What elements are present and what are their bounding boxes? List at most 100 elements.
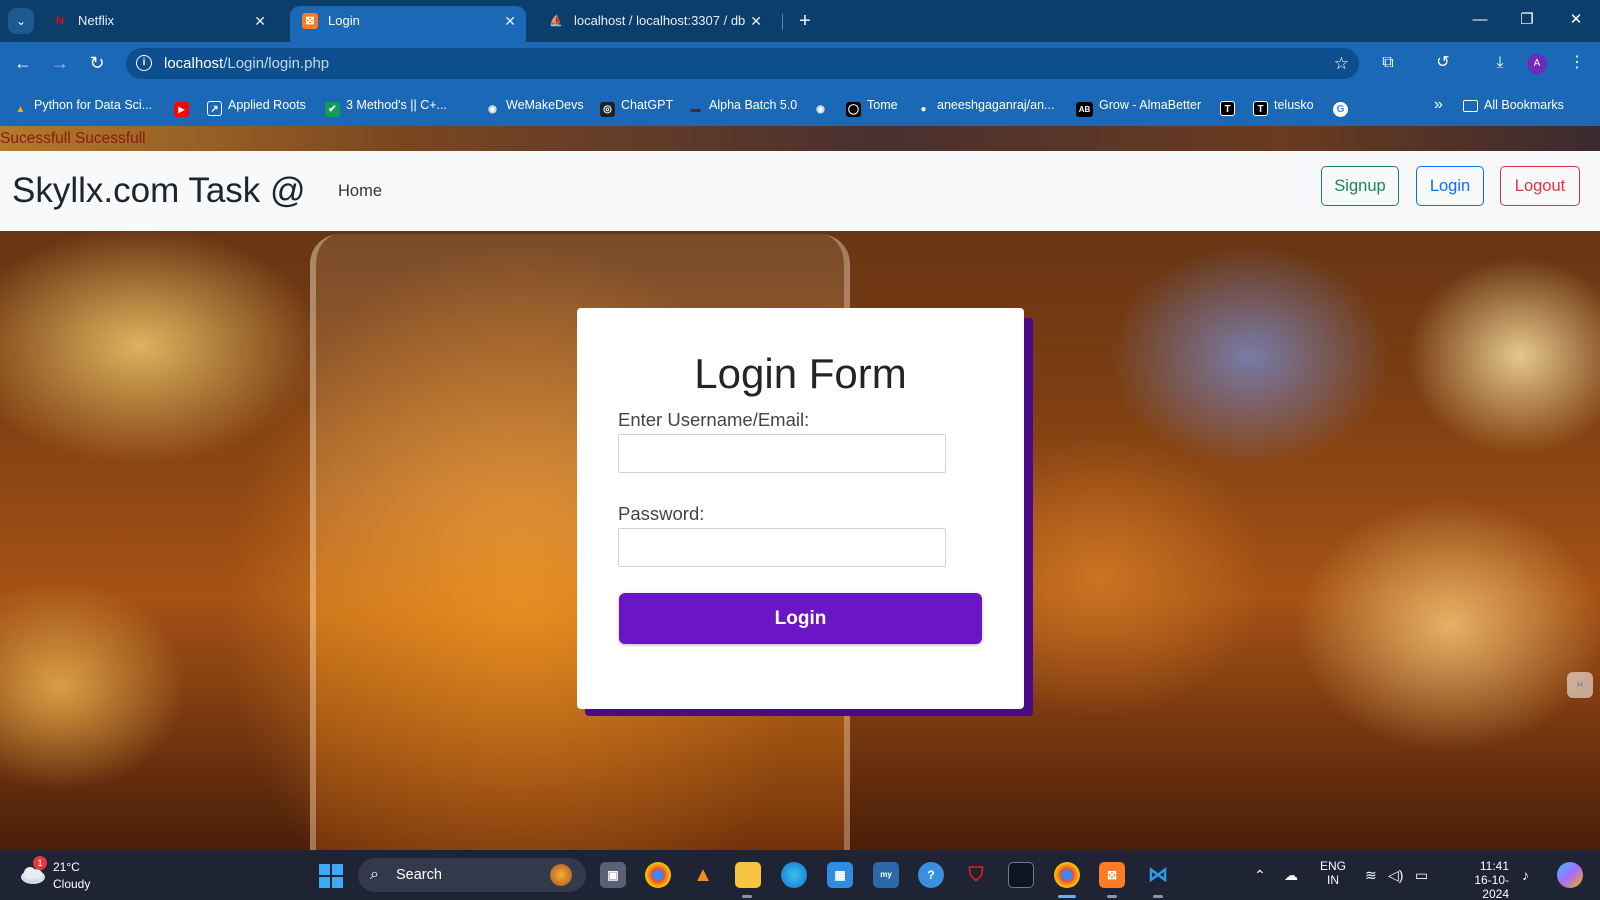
download-icon[interactable]: ⤓	[1486, 49, 1514, 77]
bookmark-3-methods[interactable]: ✔ 3 Method's || C+...	[325, 84, 447, 126]
bookmark-chatgpt[interactable]: ◎ ChatGPT	[600, 84, 673, 126]
bookmark-wemakedevs[interactable]: ◉ WeMakeDevs	[485, 84, 583, 126]
tab-netflix[interactable]: N Netflix ✕	[40, 6, 276, 42]
site-brand[interactable]: Skyllx.com Task @	[12, 151, 306, 231]
bookmarks-bar: ▲ Python for Data Sci... ▶ ↗ Applied Roots…	[0, 84, 1600, 126]
password-label: Password:	[618, 503, 705, 524]
tome-icon: ◯	[846, 102, 861, 117]
address-url[interactable]: localhost/Login/login.php	[164, 48, 329, 79]
nav-link-home[interactable]: Home	[338, 151, 382, 231]
vscode-icon[interactable]: ⋈	[1145, 862, 1171, 888]
search-icon: ⌕	[370, 866, 379, 883]
login-submit-button[interactable]: Login	[619, 593, 982, 644]
nav-login-button[interactable]: Login	[1416, 166, 1484, 206]
bookmark-globe[interactable]: ◉	[813, 84, 834, 126]
notifications-bell-icon[interactable]: ♪	[1522, 850, 1529, 900]
task-view-icon[interactable]: ▣	[600, 862, 626, 888]
bookmark-python[interactable]: ▲ Python for Data Sci...	[13, 84, 153, 126]
login-card: Login Form Enter Username/Email: Passwor…	[577, 308, 1024, 709]
tab-login[interactable]: ⊠ Login ✕	[290, 6, 526, 42]
edge-icon[interactable]	[781, 862, 807, 888]
weather-temperature: 21°C	[53, 860, 80, 874]
side-panel-toggle-icon[interactable]: ›‹	[1567, 672, 1593, 698]
extensions-icon[interactable]: ⧉	[1374, 49, 1402, 77]
site-info-icon[interactable]: i	[136, 55, 152, 71]
bookmark-tome[interactable]: ◯ Tome	[846, 84, 898, 126]
google-icon: G	[1333, 102, 1348, 117]
password-input[interactable]	[618, 528, 946, 567]
close-icon[interactable]: ✕	[254, 6, 266, 36]
chrome-icon[interactable]	[645, 862, 671, 888]
bookmark-telusko[interactable]: Ttelusko	[1253, 84, 1314, 126]
bookmarks-overflow-button[interactable]: »	[1434, 84, 1443, 126]
copilot-icon[interactable]	[1557, 862, 1583, 888]
bookmark-google[interactable]: G	[1333, 84, 1354, 126]
back-button[interactable]: ←	[9, 49, 37, 77]
chrome-profile-icon[interactable]	[1054, 862, 1080, 888]
windows-start-icon[interactable]	[319, 864, 343, 888]
terminal-icon[interactable]	[1008, 862, 1034, 888]
xampp-icon[interactable]: ⊠	[1099, 862, 1125, 888]
help-icon[interactable]: ?	[918, 862, 944, 888]
new-tab-button[interactable]: +	[792, 8, 818, 34]
signup-button[interactable]: Signup	[1321, 166, 1399, 206]
taskbar-search[interactable]: ⌕ Search	[358, 858, 586, 892]
globe-icon: ◉	[488, 104, 497, 115]
close-icon[interactable]: ✕	[750, 6, 762, 36]
form-title: Login Form	[694, 350, 907, 397]
tab-divider	[782, 14, 783, 30]
bookmark-applied-roots[interactable]: ↗ Applied Roots	[207, 84, 306, 126]
language-indicator[interactable]: ENG IN	[1320, 859, 1346, 887]
check-icon: ✔	[325, 102, 340, 117]
vlc-icon[interactable]: ▲	[690, 862, 716, 888]
mcafee-icon[interactable]: ⛉	[963, 862, 989, 888]
tab-search-button[interactable]: ⌄	[8, 8, 34, 34]
phpmyadmin-icon: ⛵	[549, 15, 563, 27]
alert-message: Sucessfull Sucessfull	[0, 130, 146, 147]
chatgpt-icon: ◎	[600, 102, 615, 117]
menu-kebab-icon[interactable]: ⋮	[1563, 49, 1591, 77]
onedrive-icon[interactable]: ☁	[1284, 850, 1298, 900]
file-explorer-icon[interactable]	[735, 862, 761, 888]
dash-icon: ▬	[690, 104, 701, 115]
youtube-icon: ▶	[174, 102, 189, 117]
forward-button[interactable]: →	[46, 49, 74, 77]
tab-title: Login	[328, 13, 360, 28]
bookmark-t[interactable]: T	[1220, 84, 1241, 126]
t-icon: T	[1253, 101, 1268, 116]
address-bar[interactable]: i localhost/Login/login.php ☆	[126, 48, 1359, 79]
store-icon[interactable]: ▦	[827, 862, 853, 888]
username-input[interactable]	[618, 434, 946, 473]
bookmark-youtube[interactable]: ▶	[174, 84, 195, 126]
tray-overflow-icon[interactable]: ⌃	[1254, 850, 1266, 900]
minimize-button[interactable]: —	[1462, 6, 1498, 34]
bookmark-alpha-batch[interactable]: ▬ Alpha Batch 5.0	[688, 84, 798, 126]
google-drive-icon: ▲	[15, 104, 26, 115]
close-window-button[interactable]: ✕	[1558, 6, 1594, 34]
tab-phpmyadmin[interactable]: ⛵ localhost / localhost:3307 / db ✕	[536, 6, 772, 42]
volume-icon[interactable]: ◁)	[1388, 850, 1403, 900]
battery-icon[interactable]: ▭	[1415, 850, 1428, 900]
bookmark-almabetter[interactable]: AB Grow - AlmaBetter	[1076, 84, 1201, 126]
bookmark-github[interactable]: ● aneeshgaganraj/an...	[916, 84, 1054, 126]
tab-title: localhost / localhost:3307 / db	[574, 13, 746, 28]
almabetter-icon: AB	[1076, 102, 1093, 117]
alert-bar: Sucessfull Sucessfull	[0, 126, 1600, 151]
reload-button[interactable]: ↻	[83, 49, 111, 77]
wifi-icon[interactable]: ≋	[1365, 850, 1377, 900]
clock[interactable]: 11:41 16-10-2024	[1449, 859, 1509, 900]
mysql-icon[interactable]: my	[873, 862, 899, 888]
active-app-indicator	[1058, 895, 1076, 898]
logout-button[interactable]: Logout	[1500, 166, 1580, 206]
browser-tab-bar: ⌄ N Netflix ✕ ⊠ Login ✕ ⛵ localhost / lo…	[0, 0, 1600, 42]
t-icon: T	[1220, 101, 1235, 116]
bookmark-star-icon[interactable]: ☆	[1334, 48, 1349, 79]
close-icon[interactable]: ✕	[504, 6, 516, 36]
all-bookmarks-button[interactable]: All Bookmarks	[1463, 84, 1564, 126]
site-navbar: Skyllx.com Task @ Home Signup Login Logo…	[0, 151, 1600, 231]
windows-taskbar: 1 21°C Cloudy ⌕ Search ▣ ▲ ▦ my ? ⛉ ⊠ ⋈ …	[0, 850, 1600, 900]
history-icon[interactable]: ↺	[1429, 49, 1457, 77]
browser-toolbar: ← → ↻ i localhost/Login/login.php ☆ ⧉ ↺ …	[0, 42, 1600, 84]
restore-button[interactable]: ❐	[1509, 6, 1545, 34]
profile-avatar[interactable]: A	[1527, 54, 1547, 74]
